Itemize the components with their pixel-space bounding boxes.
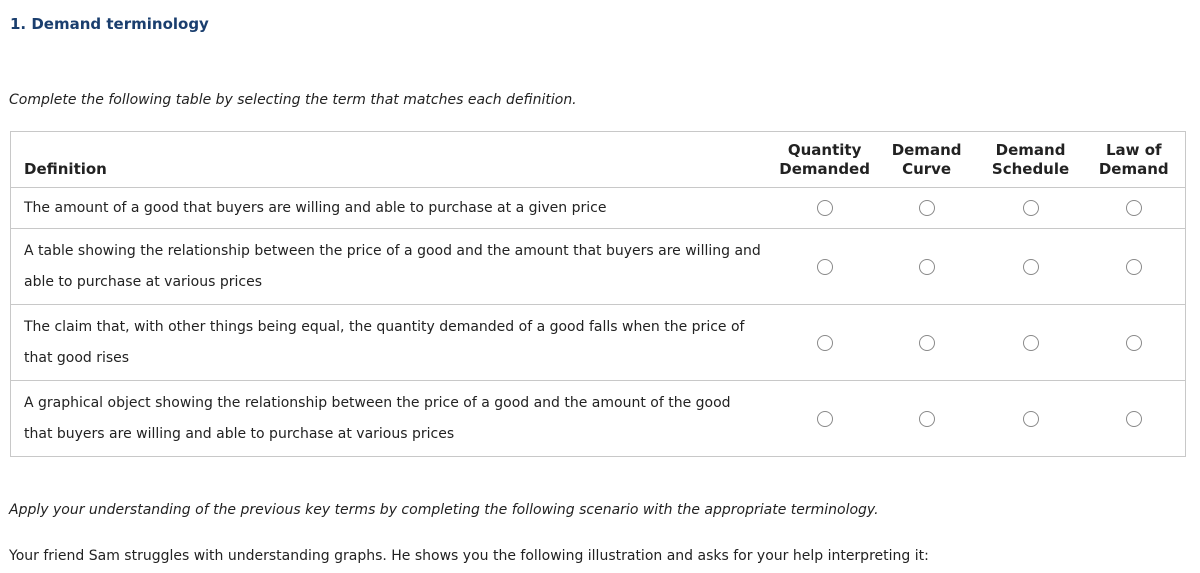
radio-law-of-demand[interactable] [1125, 410, 1142, 427]
radio-quantity-demanded[interactable] [816, 334, 833, 351]
radio-law-of-demand[interactable] [1125, 258, 1142, 275]
term-header-demand-curve: Demand Curve [874, 131, 979, 188]
terms-matching-table: Definition Quantity Demanded Demand Curv… [10, 131, 1186, 457]
radio-demand-curve[interactable] [918, 410, 935, 427]
radio-quantity-demanded[interactable] [816, 258, 833, 275]
table-row: The claim that, with other things being … [10, 304, 1186, 381]
radio-demand-curve[interactable] [918, 200, 935, 216]
term-header-line2: Demand [1098, 159, 1169, 178]
definition-cell: The claim that, with other things being … [10, 304, 775, 381]
definition-cell: A table showing the relationship between… [10, 228, 775, 305]
term-header-line1: Law of [1105, 140, 1162, 159]
radio-quantity-demanded[interactable] [816, 410, 833, 427]
radio-demand-schedule[interactable] [1022, 258, 1039, 275]
definition-header: Definition [10, 131, 775, 188]
table-row: A graphical object showing the relations… [10, 380, 1186, 457]
radio-demand-schedule[interactable] [1022, 200, 1039, 216]
term-header-quantity-demanded: Quantity Demanded [774, 131, 875, 188]
radio-law-of-demand[interactable] [1125, 334, 1142, 351]
table-row: The amount of a good that buyers are wil… [10, 187, 1186, 229]
scenario-instructions: Apply your understanding of the previous… [9, 502, 879, 518]
term-header-demand-schedule: Demand Schedule [978, 131, 1083, 188]
radio-law-of-demand[interactable] [1125, 200, 1142, 216]
term-header-law-of-demand: Law of Demand [1082, 131, 1186, 188]
term-header-line1: Demand [995, 140, 1066, 159]
table-header-row: Definition Quantity Demanded Demand Curv… [10, 131, 1186, 188]
radio-demand-schedule[interactable] [1022, 410, 1039, 427]
term-header-line1: Demand [891, 140, 962, 159]
term-header-line2: Demanded [779, 159, 870, 178]
radio-demand-curve[interactable] [918, 334, 935, 351]
table-instructions: Complete the following table by selectin… [9, 92, 577, 108]
radio-quantity-demanded[interactable] [816, 200, 833, 216]
term-header-line2: Schedule [991, 159, 1070, 178]
term-header-line1: Quantity [787, 140, 862, 159]
radio-demand-curve[interactable] [918, 258, 935, 275]
scenario-intro: Your friend Sam struggles with understan… [9, 548, 929, 564]
radio-demand-schedule[interactable] [1022, 334, 1039, 351]
definition-cell: The amount of a good that buyers are wil… [10, 187, 775, 229]
definition-cell: A graphical object showing the relations… [10, 380, 775, 457]
term-header-line2: Curve [902, 159, 952, 178]
table-row: A table showing the relationship between… [10, 228, 1186, 305]
question-title: 1. Demand terminology [10, 15, 209, 33]
